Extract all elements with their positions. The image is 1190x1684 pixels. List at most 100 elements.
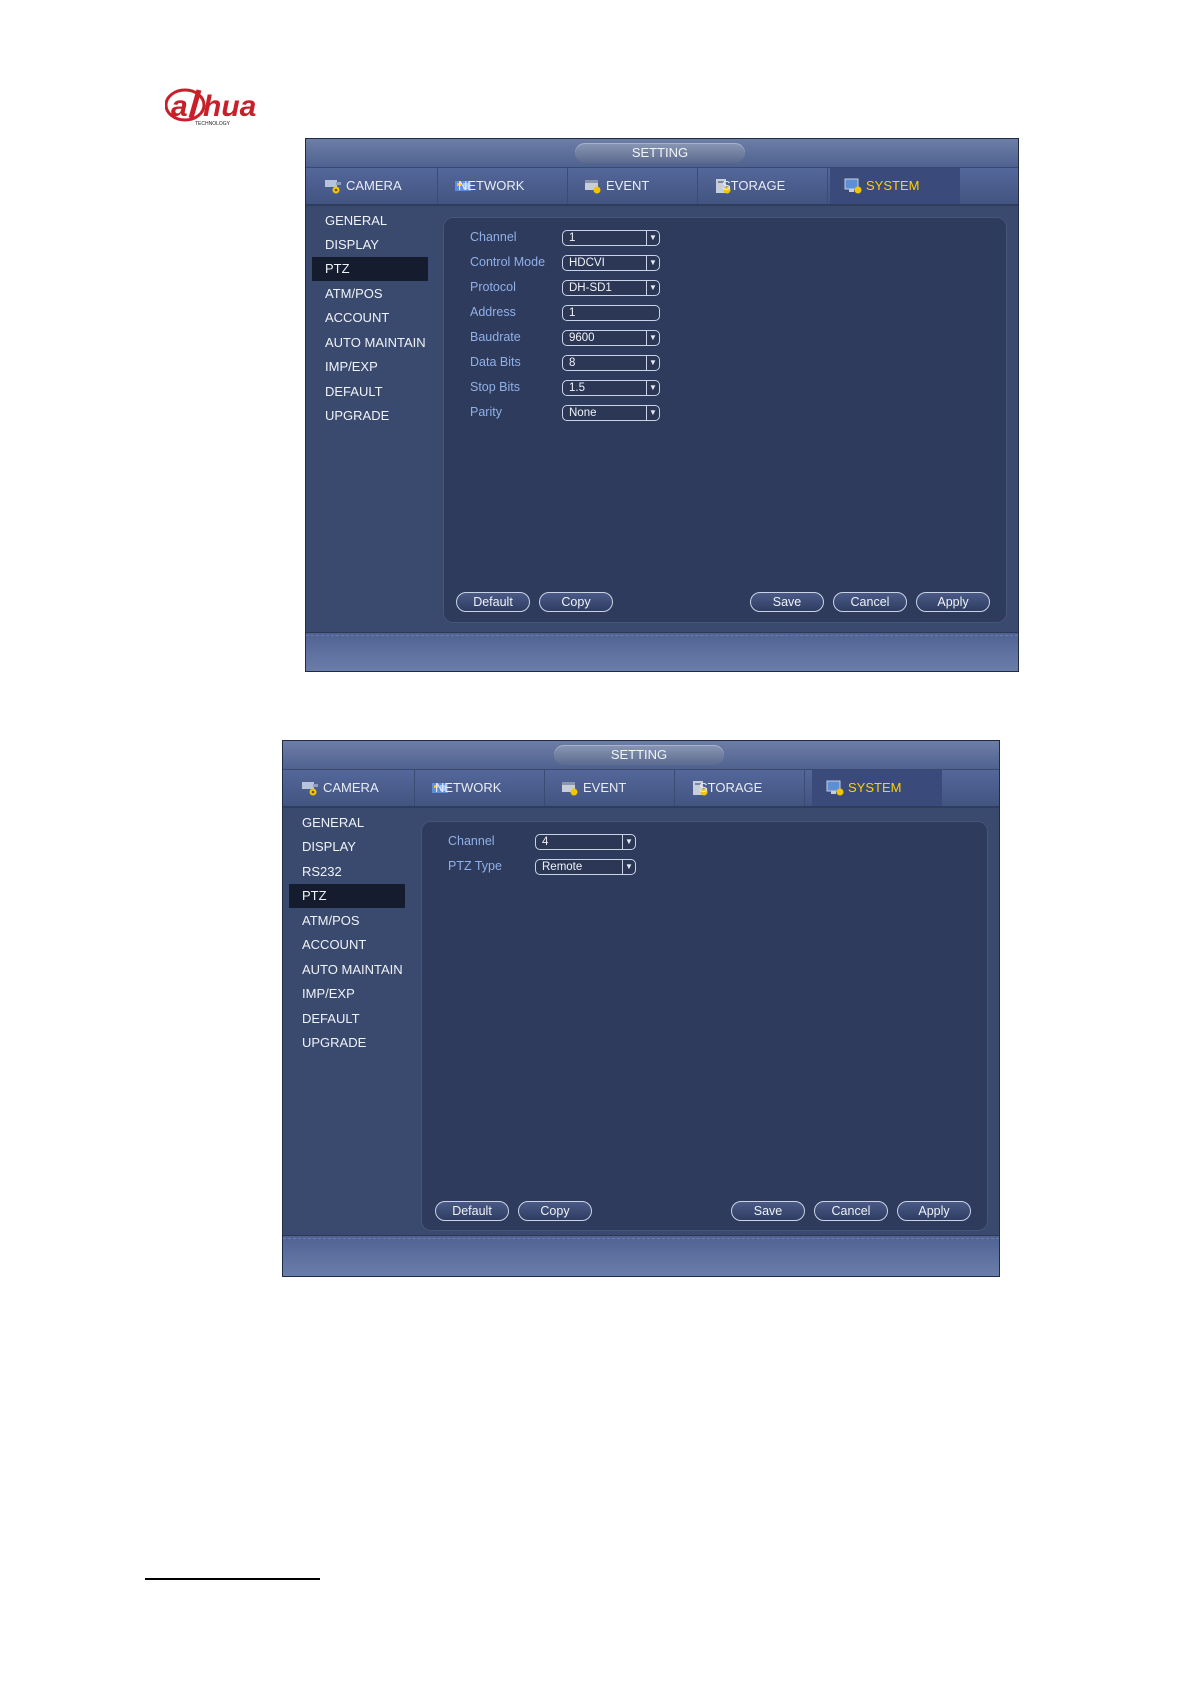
chevron-down-icon: ▼ [646, 406, 659, 420]
tab-label: CAMERA [346, 178, 402, 193]
sidebar-item-default[interactable]: DEFAULT [312, 380, 428, 404]
sidebar-item-account[interactable]: ACCOUNT [289, 933, 405, 957]
tab-network[interactable]: NETWORK [440, 168, 568, 204]
tab-storage[interactable]: STORAGE [677, 770, 805, 806]
system-monitor-icon [844, 178, 862, 194]
control-mode-value: HDCVI [569, 257, 605, 269]
parity-value: None [569, 407, 597, 419]
apply-button[interactable]: Apply [897, 1201, 971, 1221]
sidebar-item-atm-pos[interactable]: ATM/POS [289, 909, 405, 933]
tab-network[interactable]: NETWORK [417, 770, 545, 806]
cancel-button[interactable]: Cancel [833, 592, 907, 612]
ptz-settings-window-1: SETTING CAMERA NETWORK EVENT STORAGE SYS… [306, 139, 1018, 671]
ptz-settings-panel: Channel 4 ▼ PTZ Type Remote ▼ Default Copy… [421, 821, 988, 1231]
channel-label: Channel [470, 230, 517, 244]
protocol-select[interactable]: DH-SD1 ▼ [562, 280, 660, 296]
tab-storage[interactable]: STORAGE [700, 168, 828, 204]
window-title: SETTING [554, 745, 724, 765]
tab-label: STORAGE [722, 178, 786, 193]
baudrate-value: 9600 [569, 332, 595, 344]
chevron-down-icon: ▼ [646, 356, 659, 370]
tab-label: EVENT [606, 178, 650, 193]
chevron-down-icon: ▼ [622, 835, 635, 849]
tab-label: EVENT [583, 780, 627, 795]
tab-system[interactable]: SYSTEM [812, 770, 942, 806]
chevron-down-icon: ▼ [646, 331, 659, 345]
ptz-type-select[interactable]: Remote ▼ [535, 859, 636, 875]
address-input[interactable]: 1 [562, 305, 660, 321]
channel-value: 1 [569, 232, 576, 244]
sidebar-item-atm-pos[interactable]: ATM/POS [312, 282, 428, 306]
data-bits-select[interactable]: 8 ▼ [562, 355, 660, 371]
cancel-button[interactable]: Cancel [814, 1201, 888, 1221]
event-icon [562, 782, 578, 796]
sidebar-item-upgrade[interactable]: UPGRADE [312, 404, 428, 428]
window-title: SETTING [575, 143, 745, 163]
sidebar-item-imp-exp[interactable]: IMP/EXP [289, 982, 405, 1006]
default-button[interactable]: Default [435, 1201, 509, 1221]
chevron-down-icon: ▼ [622, 860, 635, 874]
footnote-divider [145, 1578, 320, 1580]
copy-button[interactable]: Copy [539, 592, 613, 612]
control-mode-select[interactable]: HDCVI ▼ [562, 255, 660, 271]
tab-event[interactable]: EVENT [547, 770, 675, 806]
svg-text:TECHNOLOGY: TECHNOLOGY [195, 121, 231, 126]
sidebar-item-upgrade[interactable]: UPGRADE [289, 1031, 405, 1055]
sidebar-item-display[interactable]: DISPLAY [289, 835, 405, 859]
save-button[interactable]: Save [750, 592, 824, 612]
main-tab-bar: CAMERA NETWORK EVENT STORAGE SYSTEM [283, 770, 999, 808]
parity-select[interactable]: None ▼ [562, 405, 660, 421]
protocol-label: Protocol [470, 280, 516, 294]
sidebar-item-rs232[interactable]: RS232 [289, 860, 405, 884]
footer-divider [283, 1238, 999, 1239]
sidebar-item-general[interactable]: GENERAL [289, 811, 405, 835]
dahua-logo-mark: a hua TECHNOLOGY [164, 88, 256, 127]
save-button[interactable]: Save [731, 1201, 805, 1221]
data-bits-value: 8 [569, 357, 576, 369]
svg-text:a: a [171, 90, 188, 123]
address-value: 1 [569, 307, 576, 319]
channel-select[interactable]: 4 ▼ [535, 834, 636, 850]
ptz-settings-panel: Channel 1 ▼ Control Mode HDCVI ▼ Protocol … [443, 217, 1007, 623]
ptz-settings-window-2: SETTING CAMERA NETWORK EVENT STORAGE SYS… [283, 741, 999, 1276]
title-bar: SETTING [283, 741, 999, 769]
baudrate-label: Baudrate [470, 330, 521, 344]
tab-event[interactable]: EVENT [570, 168, 698, 204]
stop-bits-select[interactable]: 1.5 ▼ [562, 380, 660, 396]
sidebar-item-default[interactable]: DEFAULT [289, 1007, 405, 1031]
sidebar-item-account[interactable]: ACCOUNT [312, 306, 428, 330]
default-button[interactable]: Default [456, 592, 530, 612]
channel-label: Channel [448, 834, 495, 848]
chevron-down-icon: ▼ [646, 256, 659, 270]
camera-gear-icon [302, 782, 318, 796]
parity-label: Parity [470, 405, 502, 419]
tab-camera[interactable]: CAMERA [287, 770, 415, 806]
window-footer [306, 632, 1018, 671]
apply-button[interactable]: Apply [916, 592, 990, 612]
tab-system[interactable]: SYSTEM [830, 168, 960, 204]
copy-button[interactable]: Copy [518, 1201, 592, 1221]
ptz-type-value: Remote [542, 861, 583, 873]
tab-label: SYSTEM [848, 780, 902, 795]
sidebar-item-auto-maintain[interactable]: AUTO MAINTAIN [289, 958, 405, 982]
sidebar-item-auto-maintain[interactable]: AUTO MAINTAIN [312, 331, 428, 355]
baudrate-select[interactable]: 9600 ▼ [562, 330, 660, 346]
chevron-down-icon: ▼ [646, 231, 659, 245]
svg-text:hua: hua [203, 90, 256, 123]
sidebar-item-ptz[interactable]: PTZ [289, 884, 405, 908]
sidebar-item-general[interactable]: GENERAL [312, 209, 428, 233]
stop-bits-value: 1.5 [569, 382, 585, 394]
camera-gear-icon [325, 180, 341, 194]
stop-bits-label: Stop Bits [470, 380, 521, 394]
ptz-type-label: PTZ Type [448, 859, 502, 873]
window-footer [283, 1235, 999, 1276]
title-bar: SETTING [306, 139, 1018, 167]
tab-label: SYSTEM [866, 178, 920, 193]
sidebar-item-display[interactable]: DISPLAY [312, 233, 428, 257]
sidebar-item-imp-exp[interactable]: IMP/EXP [312, 355, 428, 379]
event-icon [585, 180, 601, 194]
channel-select[interactable]: 1 ▼ [562, 230, 660, 246]
system-monitor-icon [826, 780, 844, 796]
tab-camera[interactable]: CAMERA [310, 168, 438, 204]
sidebar-item-ptz[interactable]: PTZ [312, 257, 428, 281]
